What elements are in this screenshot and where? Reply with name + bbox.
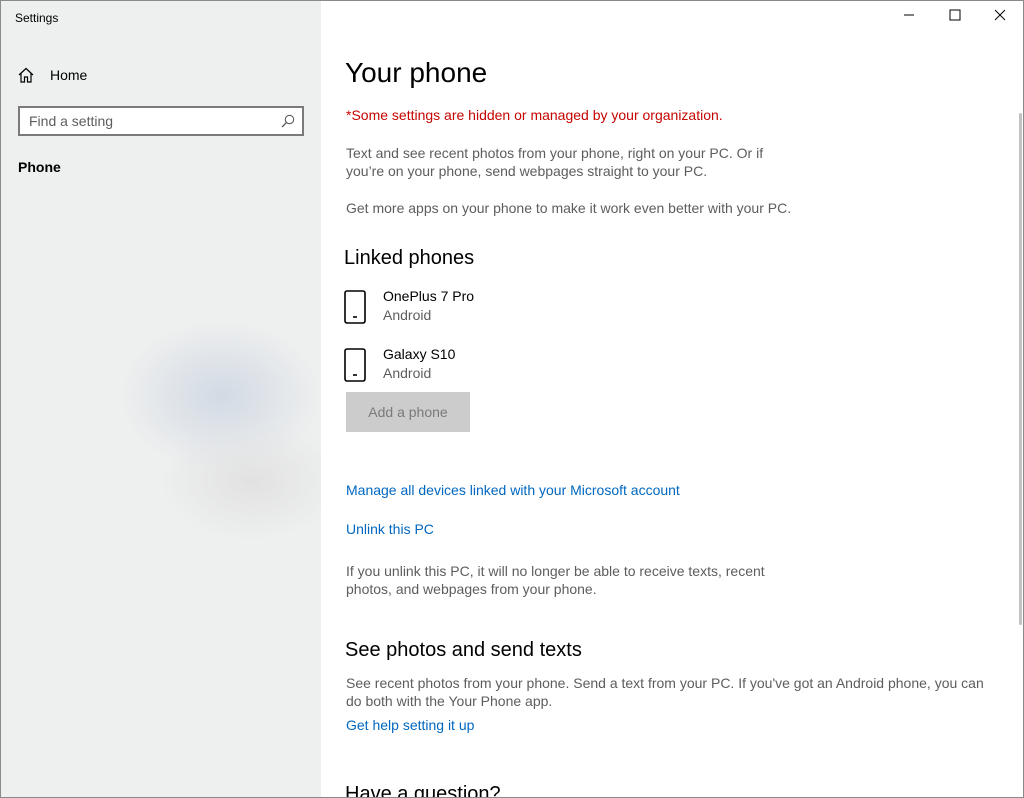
device-os: Android (383, 307, 432, 323)
scrollbar[interactable] (1019, 113, 1022, 625)
home-icon (17, 66, 35, 84)
settings-window: Settings Home Phone (0, 0, 1024, 798)
question-heading: Have a question? (345, 783, 501, 798)
linked-device: OnePlus 7 Pro Android (344, 288, 644, 328)
manage-devices-link[interactable]: Manage all devices linked with your Micr… (346, 482, 680, 498)
more-apps-text: Get more apps on your phone to make it w… (346, 200, 792, 216)
linked-phones-heading: Linked phones (344, 247, 475, 269)
sidebar-item-phone[interactable]: Phone (18, 159, 61, 175)
linked-device: Galaxy S10 Android (344, 346, 644, 386)
search-icon[interactable] (281, 114, 295, 128)
phone-icon (344, 348, 366, 382)
phone-icon (344, 290, 366, 324)
device-name: Galaxy S10 (383, 346, 456, 362)
page-description: Text and see recent photos from your pho… (346, 145, 764, 179)
main-content: Your phone *Some settings are hidden or … (322, 1, 1023, 797)
device-name: OnePlus 7 Pro (383, 288, 475, 304)
photos-texts-description: See recent photos from your phone. Send … (346, 675, 984, 709)
unlink-pc-link[interactable]: Unlink this PC (346, 521, 434, 537)
managed-notice: *Some settings are hidden or managed by … (346, 107, 723, 123)
photos-texts-heading: See photos and send texts (345, 639, 582, 661)
acrylic-highlight (161, 421, 321, 541)
app-title: Settings (15, 11, 59, 25)
search-input[interactable] (29, 112, 274, 130)
page-title: Your phone (345, 57, 488, 88)
search-box[interactable] (18, 106, 304, 136)
unlink-description: If you unlink this PC, it will no longer… (346, 563, 765, 597)
home-label: Home (50, 67, 88, 83)
device-os: Android (383, 365, 432, 381)
sidebar: Settings Home Phone (1, 1, 321, 797)
help-setup-link[interactable]: Get help setting it up (346, 717, 474, 733)
home-nav-item[interactable]: Home (17, 63, 307, 87)
add-phone-button[interactable]: Add a phone (346, 392, 470, 432)
